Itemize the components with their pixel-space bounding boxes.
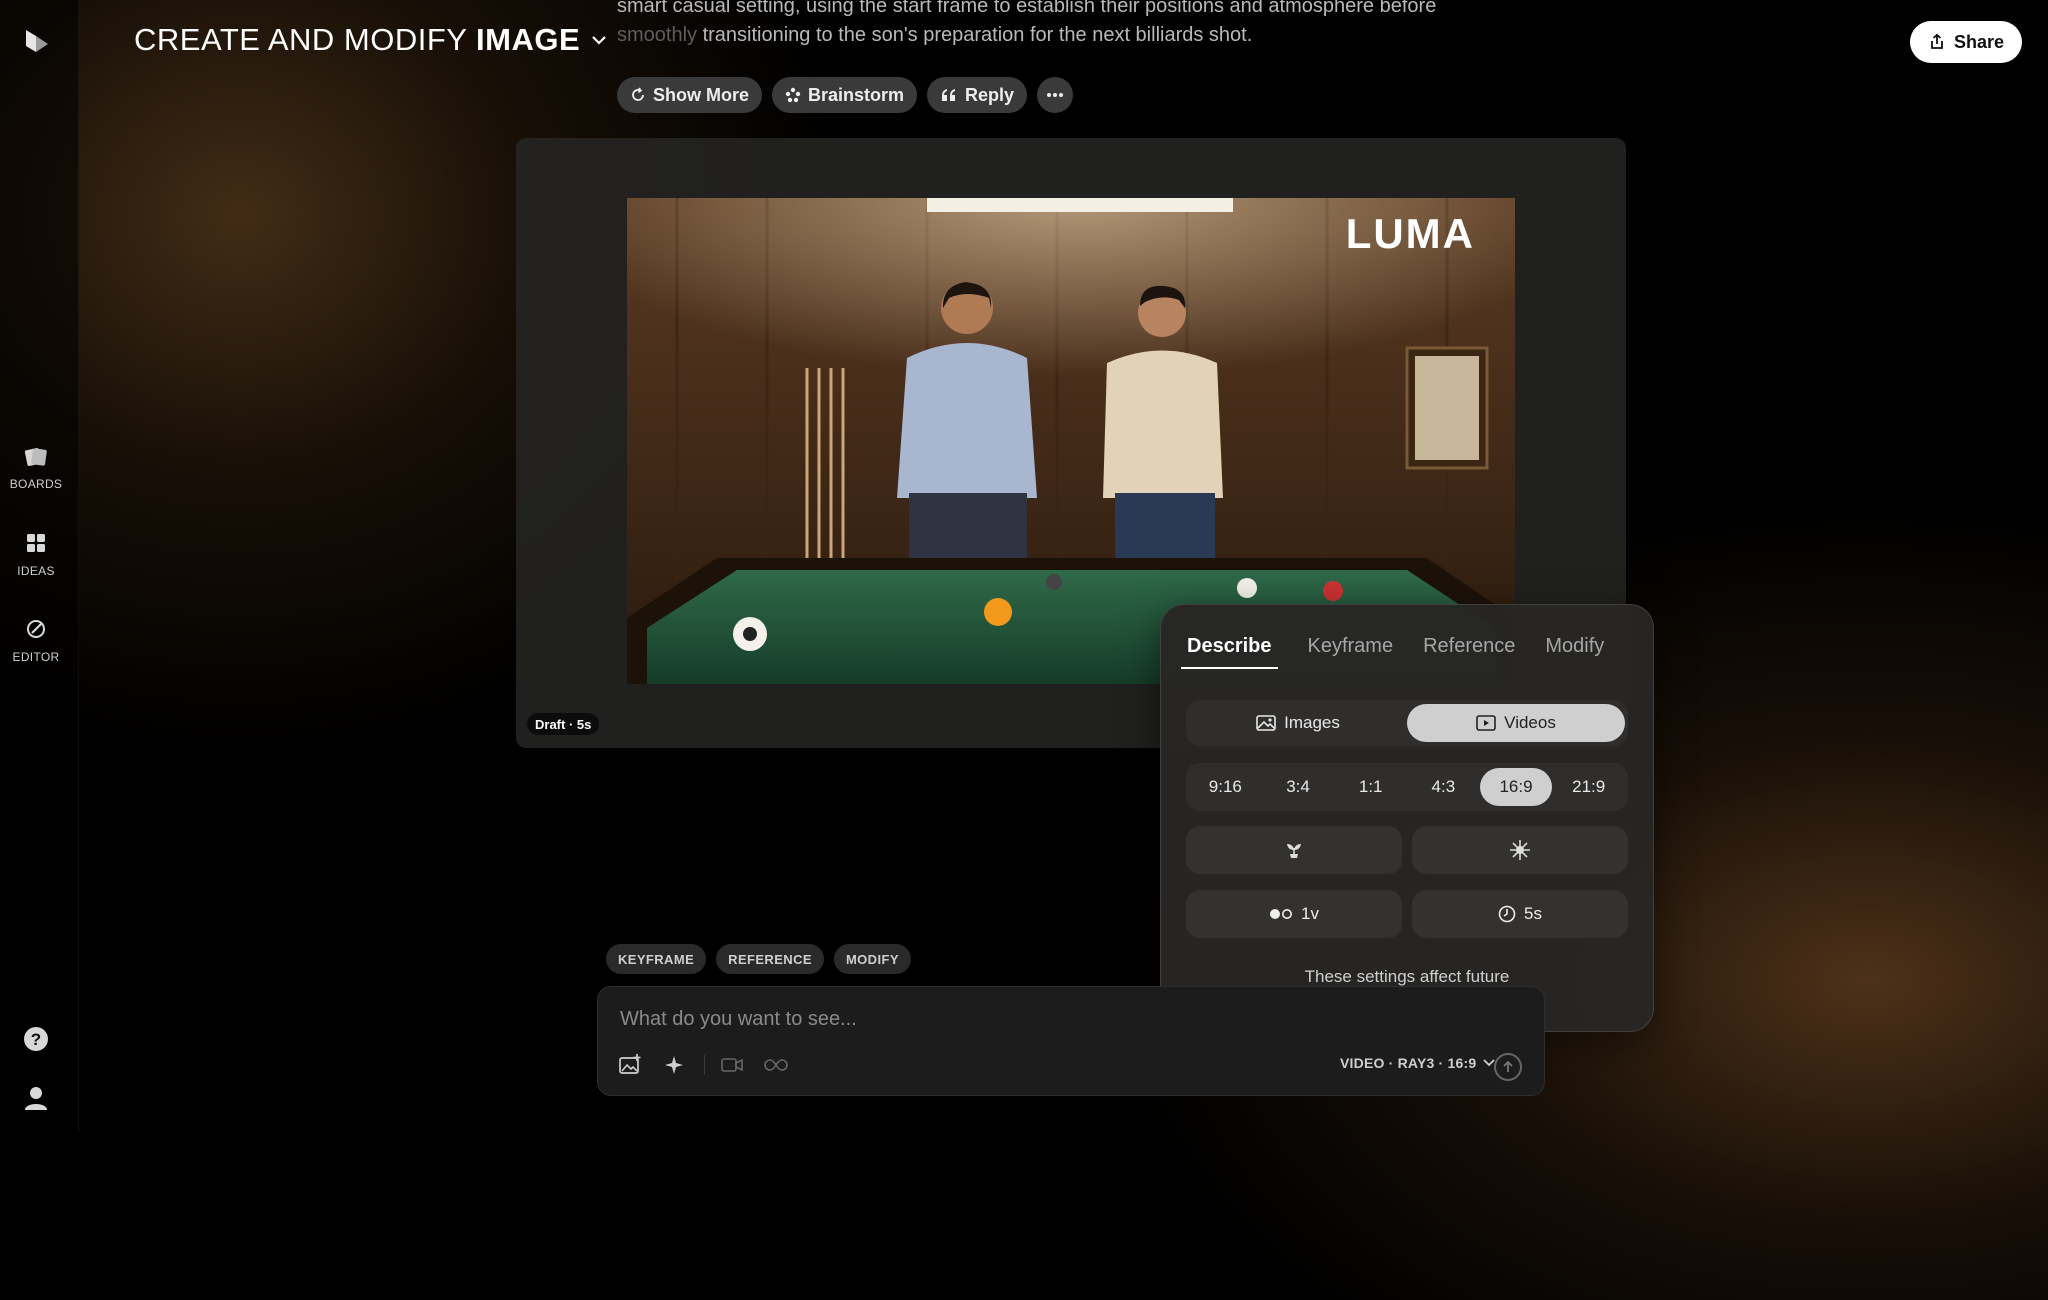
sidebar-item-ideas[interactable]: IDEAS bbox=[0, 530, 72, 580]
title-bold: IMAGE bbox=[476, 22, 581, 57]
show-more-button[interactable]: Show More bbox=[617, 77, 763, 113]
ratio-9-16[interactable]: 9:16 bbox=[1189, 768, 1262, 806]
sidebar-item-label: IDEAS bbox=[17, 564, 55, 578]
tab-describe[interactable]: Describe bbox=[1181, 635, 1278, 669]
add-image-icon[interactable] bbox=[618, 1053, 642, 1077]
sidebar: BOARDS IDEAS EDITOR ? bbox=[0, 0, 79, 1133]
luma-logo-icon[interactable] bbox=[22, 26, 50, 56]
svg-text:?: ? bbox=[31, 1030, 41, 1049]
editor-icon bbox=[27, 620, 45, 638]
page-title[interactable]: CREATE AND MODIFY IMAGE bbox=[134, 22, 608, 58]
mode-tag-keyframe[interactable]: KEYFRAME bbox=[606, 944, 707, 974]
ratio-4-3[interactable]: 4:3 bbox=[1407, 768, 1480, 806]
tab-reference[interactable]: Reference bbox=[1423, 635, 1515, 669]
tool-divider bbox=[704, 1055, 705, 1075]
sparkle-burst-icon bbox=[1510, 840, 1530, 860]
tab-modify[interactable]: Modify bbox=[1545, 635, 1604, 669]
settings-popover: Describe Keyframe Reference Modify Image… bbox=[1160, 604, 1654, 1032]
share-button[interactable]: Share bbox=[1910, 21, 2022, 63]
prompt-text: smart casual setting, using the start fr… bbox=[617, 0, 1497, 50]
style-plant-button[interactable] bbox=[1186, 826, 1402, 874]
profile-icon[interactable] bbox=[22, 1084, 50, 1112]
clock-icon bbox=[1498, 905, 1516, 923]
prompt-composer: VIDEO · RAY3 · 16:9 bbox=[597, 986, 1545, 1096]
prompt-faded-word: smoothly bbox=[617, 24, 698, 46]
title-light: CREATE AND MODIFY bbox=[134, 22, 477, 57]
mode-tag-modify[interactable]: MODIFY bbox=[833, 944, 911, 974]
camera-motion-icon[interactable] bbox=[720, 1053, 744, 1077]
brainstorm-icon bbox=[785, 87, 801, 103]
reply-button[interactable]: Reply bbox=[927, 77, 1028, 113]
video-icon bbox=[1476, 715, 1496, 731]
more-icon bbox=[1047, 93, 1064, 97]
model-selector[interactable]: VIDEO · RAY3 · 16:9 bbox=[1340, 1055, 1496, 1071]
chevron-down-icon bbox=[592, 36, 606, 45]
share-icon bbox=[1931, 33, 1943, 49]
sidebar-item-label: EDITOR bbox=[12, 650, 60, 664]
media-videos-option[interactable]: Videos bbox=[1407, 704, 1625, 742]
ratio-16-9[interactable]: 16:9 bbox=[1479, 768, 1553, 806]
media-images-option[interactable]: Images bbox=[1189, 704, 1407, 742]
show-more-label: Show More bbox=[653, 84, 750, 105]
settings-tabs: Describe Keyframe Reference Modify bbox=[1181, 635, 1604, 669]
mode-tags: KEYFRAME REFERENCE MODIFY bbox=[606, 944, 911, 974]
aspect-ratio-selector: 9:16 3:4 1:1 4:3 16:9 21:9 bbox=[1186, 763, 1628, 811]
brainstorm-button[interactable]: Brainstorm bbox=[772, 77, 918, 113]
ideas-icon bbox=[27, 534, 45, 552]
arrow-up-icon bbox=[1503, 1060, 1513, 1072]
loop-icon[interactable] bbox=[762, 1053, 790, 1077]
ratio-3-4[interactable]: 3:4 bbox=[1262, 768, 1335, 806]
sidebar-item-boards[interactable]: BOARDS bbox=[0, 443, 72, 493]
quote-icon bbox=[942, 89, 956, 101]
tab-keyframe[interactable]: Keyframe bbox=[1308, 635, 1394, 669]
submit-button[interactable] bbox=[1494, 1053, 1522, 1081]
ratio-21-9[interactable]: 21:9 bbox=[1552, 768, 1625, 806]
variations-label: 1v bbox=[1301, 904, 1319, 923]
brainstorm-label: Brainstorm bbox=[808, 84, 905, 105]
sparkle-icon[interactable] bbox=[662, 1053, 686, 1077]
model-label: VIDEO · RAY3 · 16:9 bbox=[1340, 1055, 1477, 1071]
luma-watermark: LUMA bbox=[1346, 210, 1475, 257]
plant-icon bbox=[1287, 844, 1301, 858]
sidebar-item-editor[interactable]: EDITOR bbox=[0, 616, 72, 666]
sidebar-item-label: BOARDS bbox=[9, 477, 63, 491]
draft-badge: Draft · 5s bbox=[527, 713, 600, 735]
image-icon bbox=[1256, 715, 1276, 731]
help-icon[interactable]: ? bbox=[22, 1025, 50, 1053]
boards-icon bbox=[24, 448, 47, 466]
mode-tag-reference[interactable]: REFERENCE bbox=[716, 944, 824, 974]
media-images-label: Images bbox=[1284, 713, 1340, 732]
settings-note-line-1: These settings affect future bbox=[1304, 967, 1510, 986]
media-type-toggle: Images Videos bbox=[1186, 700, 1628, 746]
media-videos-label: Videos bbox=[1504, 713, 1556, 732]
style-sparkle-button[interactable] bbox=[1412, 826, 1628, 874]
variations-icon bbox=[1270, 909, 1293, 919]
share-label: Share bbox=[1953, 31, 2005, 52]
prompt-line-2: transitioning to the son's preparation f… bbox=[697, 24, 1253, 46]
prompt-input[interactable] bbox=[618, 1001, 1242, 1037]
duration-label: 5s bbox=[1524, 904, 1542, 923]
more-options-button[interactable] bbox=[1037, 77, 1074, 113]
refresh-icon bbox=[632, 87, 644, 101]
duration-button[interactable]: 5s bbox=[1412, 890, 1628, 938]
prompt-actions: Show More Brainstorm Reply bbox=[617, 77, 1074, 113]
ratio-1-1[interactable]: 1:1 bbox=[1334, 768, 1407, 806]
variations-button[interactable]: 1v bbox=[1186, 890, 1402, 938]
prompt-line-1: smart casual setting, using the start fr… bbox=[617, 0, 1437, 17]
reply-label: Reply bbox=[965, 84, 1015, 105]
